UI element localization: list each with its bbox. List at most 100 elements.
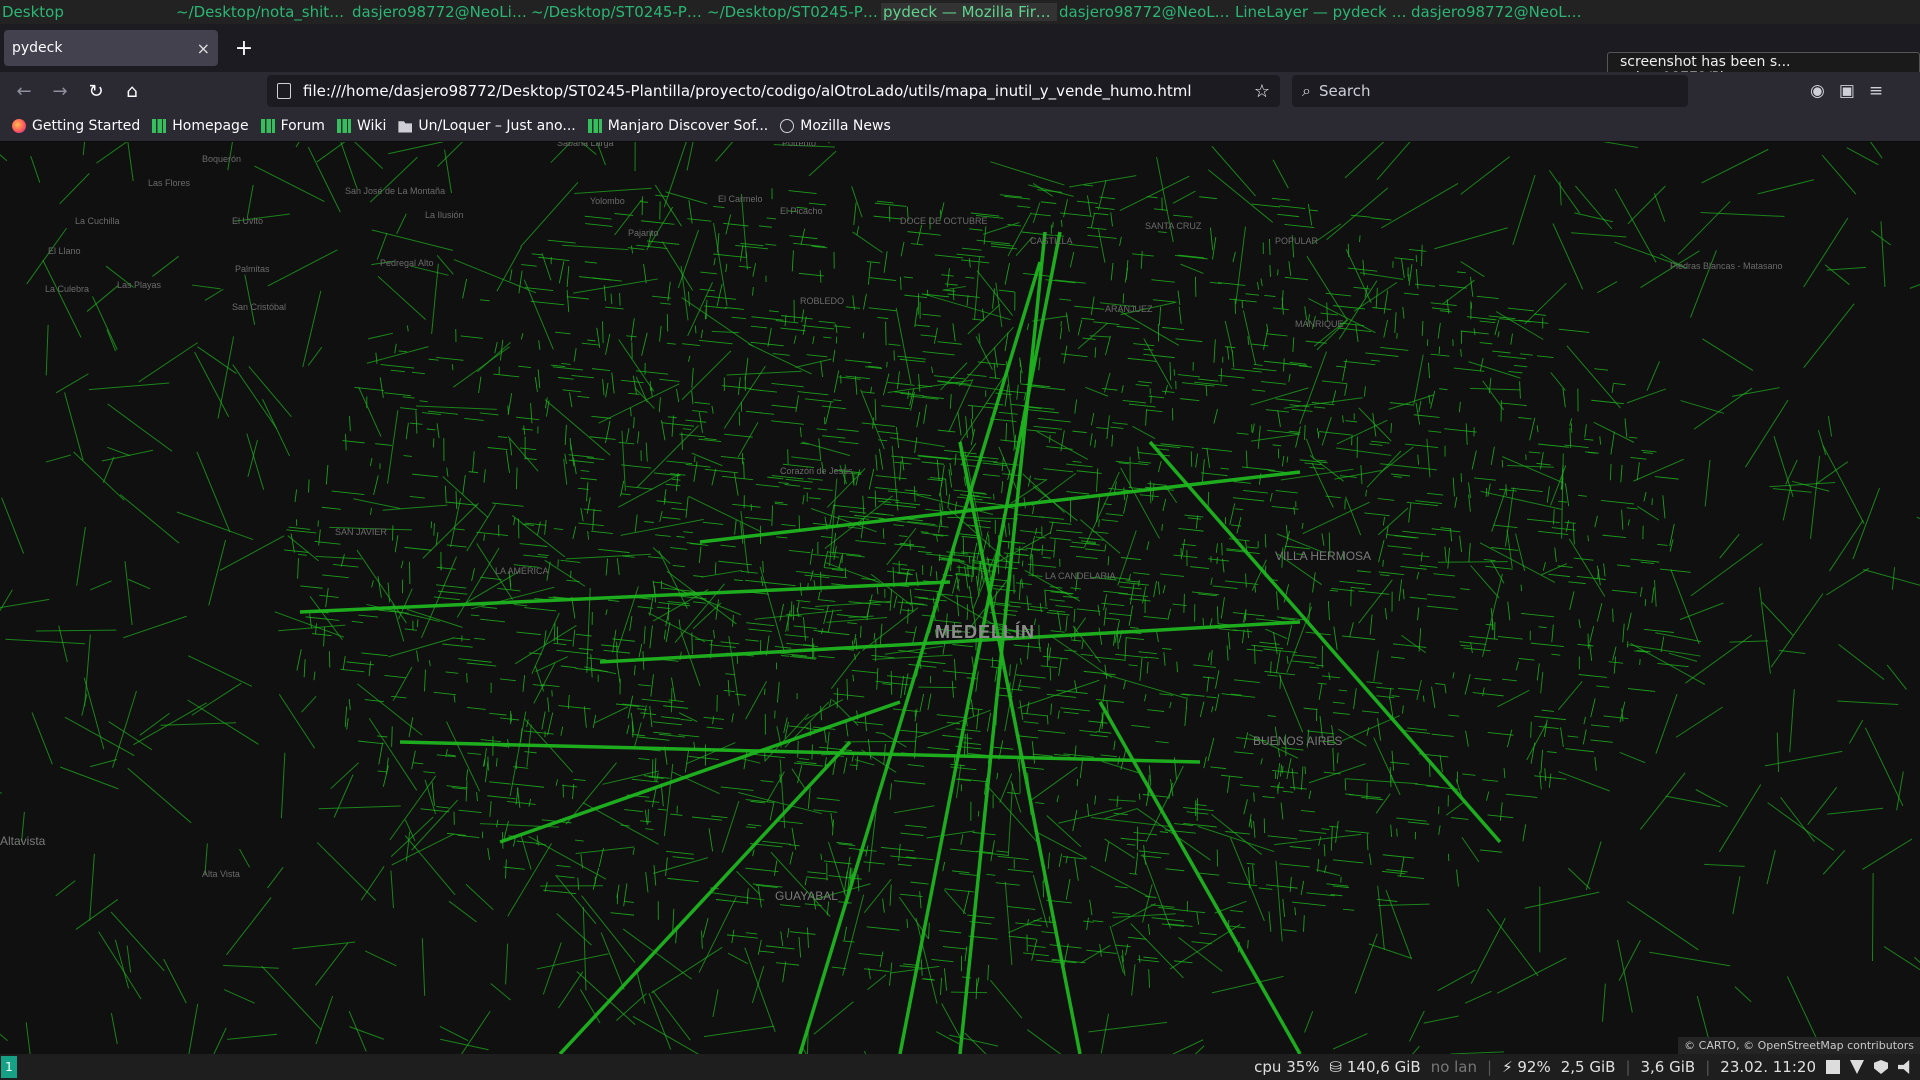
menu-icon[interactable]: ≡	[1869, 81, 1883, 101]
street-network	[0, 142, 1920, 1054]
manjaro-icon	[152, 118, 167, 133]
bookmark-label: Homepage	[172, 117, 249, 134]
navigation-toolbar: ← → ↻ ⌂ file:///home/dasjero98772/Deskto…	[0, 72, 1920, 110]
map-place-label: Yolombo	[590, 196, 625, 206]
swap-usage: 3,6 GiB	[1640, 1058, 1696, 1076]
map-place-label: Pajarito	[628, 228, 659, 238]
map-place-label: El Picacho	[780, 206, 823, 216]
globe-icon	[780, 118, 795, 133]
map-place-label: Corazón de Jesús	[780, 466, 853, 476]
map-place-label: POPULAR	[1275, 236, 1319, 246]
memory-usage: 2,5 GiB	[1560, 1058, 1616, 1076]
bookmark-item[interactable]: Manjaro Discover Sof...	[587, 117, 769, 134]
map-place-label: El Llano	[48, 246, 81, 256]
map-place-label: MEDELLÍN	[935, 622, 1035, 642]
lan-status: no lan	[1430, 1058, 1478, 1076]
bookmark-item[interactable]: Un/Loquer – Just ano...	[398, 117, 576, 134]
firefox-icon	[12, 118, 26, 133]
map-view[interactable]: MEDELLÍN VILLA HERMOSA BUENOS AIRES Altavis…	[0, 142, 1920, 1054]
street-lines	[0, 142, 1920, 1054]
taskbar-window-item[interactable]: ~/Desktop/nota_shithub - M...	[174, 3, 350, 21]
map-place-label: Piedras Blancas - Matasano	[1670, 261, 1783, 271]
url-bar[interactable]: file:///home/dasjero98772/Desktop/ST0245…	[267, 75, 1280, 107]
tab-pydeck[interactable]: pydeck ×	[4, 30, 218, 66]
forward-button[interactable]: →	[42, 81, 78, 102]
url-text[interactable]: file:///home/dasjero98772/Desktop/ST0245…	[303, 82, 1192, 100]
taskbar-window-item[interactable]: pydeck — Mozilla Firefox	[881, 3, 1057, 21]
separator: |	[1487, 1058, 1493, 1076]
bookmark-item[interactable]: Forum	[260, 117, 325, 134]
page-icon	[277, 83, 291, 99]
taskbar-window-item[interactable]: ~/Desktop/ST0245-Plantilla/p...	[705, 3, 881, 21]
battery-status: ⚡ 92%	[1502, 1058, 1551, 1076]
bookmark-label: Forum	[280, 117, 325, 134]
map-place-label: Altavista	[0, 834, 46, 848]
bookmark-item[interactable]: Mozilla News	[780, 118, 891, 134]
search-bar[interactable]: ⌕ Search	[1292, 75, 1688, 107]
bookmark-label: Wiki	[356, 117, 387, 134]
reload-button[interactable]: ↻	[78, 81, 114, 102]
map-place-label: El Carmelo	[718, 194, 763, 204]
map-place-label: Boquerón	[202, 154, 242, 164]
bookmark-item[interactable]: Getting Started	[12, 118, 140, 134]
disk-usage: ⛁ 140,6 GiB	[1329, 1058, 1421, 1076]
map-attribution[interactable]: © CARTO, © OpenStreetMap contributors	[1678, 1037, 1920, 1054]
home-button[interactable]: ⌂	[114, 81, 150, 102]
map-place-label: SANTA CRUZ	[1145, 221, 1202, 231]
map-place-label: Palmitas	[235, 264, 270, 274]
bookmark-item[interactable]: Wiki	[336, 117, 387, 134]
map-place-label: La Ilusión	[425, 210, 464, 220]
manjaro-icon	[260, 118, 275, 133]
map-place-label: Sabana Larga	[557, 142, 614, 148]
clipboard-tray-icon[interactable]	[1826, 1060, 1840, 1074]
taskbar-window-item[interactable]: LineLayer — pydeck 0.6.1 do...	[1233, 3, 1409, 21]
map-place-label: Las Flores	[148, 178, 191, 188]
extension-icon[interactable]: ▣	[1839, 81, 1855, 101]
map-place-label: San José de La Montaña	[345, 186, 446, 196]
pocket-icon[interactable]: ◉	[1810, 81, 1825, 101]
map-place-label: La Culebra	[45, 284, 90, 294]
folder-icon	[398, 121, 413, 133]
shield-tray-icon[interactable]	[1874, 1060, 1888, 1074]
bookmark-label: Manjaro Discover Sof...	[607, 117, 769, 134]
map-place-label: Potrerito	[782, 142, 817, 148]
manjaro-icon	[587, 118, 602, 133]
close-tab-icon[interactable]: ×	[197, 39, 210, 58]
map-place-label: San Cristóbal	[232, 302, 287, 312]
taskbar-window-item[interactable]: dasjero98772@NeoLial:~/De...	[1057, 3, 1233, 21]
new-tab-button[interactable]: +	[232, 36, 256, 61]
taskbar-window-item[interactable]: Desktop	[0, 3, 174, 21]
map-place-label: BUENOS AIRES	[1253, 734, 1343, 748]
map-place-label: DOCE DE OCTUBRE	[900, 216, 988, 226]
manjaro-icon	[336, 118, 351, 133]
taskbar-window-item[interactable]: dasjero98772@NeoLial:~/De...	[350, 3, 529, 21]
wifi-tray-icon[interactable]	[1850, 1060, 1864, 1074]
map-place-label: El Uvito	[232, 216, 264, 226]
map-place-label: La Cuchilla	[75, 216, 120, 226]
window-manager-taskbar: Desktop~/Desktop/nota_shithub - M...dasj…	[0, 0, 1920, 24]
map-place-label: ROBLEDO	[800, 296, 845, 306]
search-icon: ⌕	[1302, 81, 1311, 100]
bookmark-item[interactable]: Homepage	[152, 117, 249, 134]
bookmark-label: Getting Started	[32, 117, 141, 134]
back-button[interactable]: ←	[6, 81, 42, 102]
map-place-label: GUAYABAL	[775, 889, 838, 903]
bookmark-star-icon[interactable]: ☆	[1254, 81, 1270, 102]
taskbar-window-item[interactable]: dasjero98772@NeoLial:~/Des...	[1409, 3, 1585, 21]
volume-muted-icon[interactable]	[1898, 1060, 1910, 1074]
clock: 23.02. 11:20	[1720, 1058, 1816, 1076]
bookmarks-toolbar: Getting Started Homepage Forum Wiki Un/Loque…	[0, 110, 1920, 142]
workspace-indicator[interactable]: 1	[1, 1056, 17, 1078]
separator: |	[1625, 1058, 1631, 1076]
bookmark-label: Un/Loquer – Just ano...	[418, 117, 576, 134]
map-place-label: LA CANDELARIA	[1045, 571, 1116, 581]
separator: |	[1705, 1058, 1711, 1076]
map-place-label: Alta Vista	[202, 869, 240, 879]
map-place-label: MANRIQUE	[1295, 319, 1344, 329]
search-placeholder[interactable]: Search	[1319, 82, 1371, 100]
map-place-label: VILLA HERMOSA	[1275, 549, 1372, 563]
taskbar-window-item[interactable]: ~/Desktop/ST0245-Plantilla/p...	[529, 3, 705, 21]
map-place-label: Pedregal Alto	[380, 258, 434, 268]
bookmark-label: Mozilla News	[800, 117, 891, 134]
cpu-usage: cpu 35%	[1254, 1058, 1320, 1076]
